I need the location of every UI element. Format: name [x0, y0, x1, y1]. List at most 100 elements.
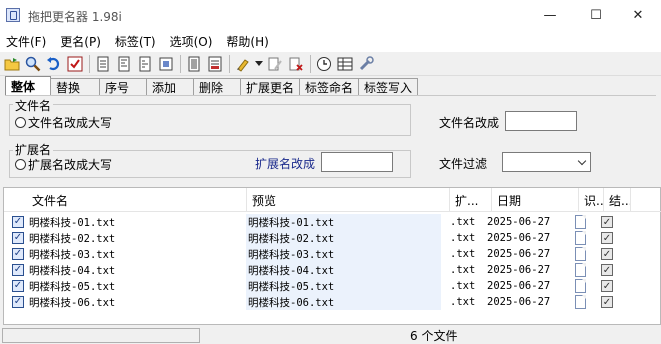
minimize-button[interactable]: —: [527, 0, 573, 30]
tab-ext-rename[interactable]: 扩展更名: [240, 78, 300, 96]
rename-icon-4[interactable]: [156, 54, 176, 74]
row-filename: 明楼科技-06.txt: [29, 296, 116, 309]
ext-upper-label: 扩展名改成大写: [28, 158, 113, 172]
table-row[interactable]: ✓ 明楼科技-01.txt 明楼科技-01.txt .txt 2025-06-27 ✓: [4, 214, 661, 230]
open-folder-icon[interactable]: [2, 54, 22, 74]
row-checkbox[interactable]: ✓: [12, 232, 24, 244]
grid-icon[interactable]: [335, 54, 355, 74]
list-icon[interactable]: [184, 54, 204, 74]
row-ext: .txt: [450, 216, 476, 228]
row-filename: 明楼科技-04.txt: [29, 264, 116, 277]
row-preview: 明楼科技-05.txt: [246, 278, 441, 294]
table-row[interactable]: ✓ 明楼科技-03.txt 明楼科技-03.txt .txt 2025-06-27 ✓: [4, 246, 661, 262]
tools-icon[interactable]: [356, 54, 376, 74]
row-preview: 明楼科技-01.txt: [246, 214, 441, 230]
window-title: 拖把更名器 1.98i: [28, 10, 122, 24]
file-list[interactable]: 文件名 预览 扩... 日期 识... 结... ✓ 明楼科技-01.txt 明楼科…: [3, 187, 661, 325]
toolbar-separator: [180, 54, 181, 73]
radio-dot: [15, 159, 26, 170]
app-icon: [6, 8, 20, 22]
document-icon: [575, 247, 586, 261]
close-button[interactable]: ✕: [615, 0, 661, 30]
row-result: ✓: [595, 246, 622, 262]
row-filename: 明楼科技-02.txt: [29, 232, 116, 245]
tag-edit-icon[interactable]: [265, 54, 285, 74]
col-filename[interactable]: 文件名: [4, 188, 247, 212]
table-row[interactable]: ✓ 明楼科技-02.txt 明楼科技-02.txt .txt 2025-06-27 ✓: [4, 230, 661, 246]
row-ext: .txt: [450, 248, 476, 260]
table-row[interactable]: ✓ 明楼科技-06.txt 明楼科技-06.txt .txt 2025-06-27 ✓: [4, 294, 661, 310]
app-window: 拖把更名器 1.98i — ☐ ✕ 文件(F) 更名(P) 标签(T) 选项(O…: [0, 0, 661, 344]
table-row[interactable]: ✓ 明楼科技-05.txt 明楼科技-05.txt .txt 2025-06-27 ✓: [4, 278, 661, 294]
filename-group-label: 文件名: [13, 97, 54, 114]
row-checkbox[interactable]: ✓: [12, 264, 24, 276]
row-detect: [570, 262, 595, 278]
row-checkbox[interactable]: ✓: [12, 280, 24, 292]
tab-replace[interactable]: 替换: [50, 78, 100, 96]
col-preview[interactable]: 预览: [247, 188, 450, 212]
filename-upper-label: 文件名改成大写: [28, 116, 113, 130]
menu-options[interactable]: 选项(O): [164, 33, 219, 50]
filename-upper-radio[interactable]: 文件名改成大写: [15, 114, 112, 131]
col-result[interactable]: 结...: [604, 188, 631, 212]
document-icon: [575, 295, 586, 309]
maximize-button[interactable]: ☐: [573, 0, 619, 30]
menu-bar: 文件(F) 更名(P) 标签(T) 选项(O) 帮助(H): [0, 30, 661, 52]
rename-icon-3[interactable]: [135, 54, 155, 74]
result-check-icon: ✓: [601, 232, 613, 244]
report-icon[interactable]: [205, 54, 225, 74]
file-filter-select[interactable]: [502, 152, 591, 172]
tab-overall[interactable]: 整体: [5, 76, 51, 96]
tab-add[interactable]: 添加: [146, 78, 194, 96]
status-panel-left: [2, 328, 200, 343]
row-date: 2025-06-27: [487, 232, 551, 244]
tab-delete[interactable]: 删除: [193, 78, 241, 96]
row-checkbox[interactable]: ✓: [12, 248, 24, 260]
ext-upper-radio[interactable]: 扩展名改成大写: [15, 156, 112, 173]
tag-delete-icon[interactable]: [286, 54, 306, 74]
tab-strip: 整体 替换 序号 添加 删除 扩展更名 标签命名 标签写入: [5, 76, 418, 96]
col-detect[interactable]: 识...: [579, 188, 604, 212]
dropdown-icon[interactable]: [254, 54, 264, 74]
col-date[interactable]: 日期: [492, 188, 579, 212]
tab-tag-naming[interactable]: 标签命名: [299, 78, 359, 96]
brush-icon[interactable]: [233, 54, 253, 74]
search-icon[interactable]: [23, 54, 43, 74]
row-detect: [570, 278, 595, 294]
menu-tag[interactable]: 标签(T): [109, 33, 162, 50]
result-check-icon: ✓: [601, 280, 613, 292]
clock-icon[interactable]: [314, 54, 334, 74]
row-date: 2025-06-27: [487, 264, 551, 276]
toolbar-separator: [229, 54, 230, 73]
tab-tag-write[interactable]: 标签写入: [358, 78, 418, 96]
row-detect: [570, 214, 595, 230]
undo-icon[interactable]: [44, 54, 64, 74]
ext-change-input[interactable]: [321, 152, 393, 172]
document-icon: [575, 263, 586, 277]
rename-icon-2[interactable]: [114, 54, 134, 74]
row-result: ✓: [595, 294, 622, 310]
table-row[interactable]: ✓ 明楼科技-04.txt 明楼科技-04.txt .txt 2025-06-27 ✓: [4, 262, 661, 278]
rename-icon-1[interactable]: [93, 54, 113, 74]
row-date: 2025-06-27: [487, 248, 551, 260]
row-ext: .txt: [450, 296, 476, 308]
tab-sequence[interactable]: 序号: [99, 78, 147, 96]
row-checkbox[interactable]: ✓: [12, 216, 24, 228]
menu-rename[interactable]: 更名(P): [54, 33, 107, 50]
row-date: 2025-06-27: [487, 296, 551, 308]
menu-help[interactable]: 帮助(H): [220, 33, 274, 50]
row-checkbox[interactable]: ✓: [12, 296, 24, 308]
menu-file[interactable]: 文件(F): [0, 33, 52, 50]
filename-change-input[interactable]: [505, 111, 577, 131]
row-detect: [570, 294, 595, 310]
row-preview: 明楼科技-03.txt: [246, 246, 441, 262]
ext-change-label: 扩展名改成: [255, 157, 316, 171]
filename-change-label: 文件名改成: [439, 116, 500, 130]
row-detect: [570, 246, 595, 262]
col-ext[interactable]: 扩...: [450, 188, 492, 212]
file-filter-label: 文件过滤: [439, 157, 488, 171]
radio-dot: [15, 117, 26, 128]
row-preview: 明楼科技-06.txt: [246, 294, 441, 310]
check-icon[interactable]: [65, 54, 85, 74]
toolbar-separator: [89, 54, 90, 73]
